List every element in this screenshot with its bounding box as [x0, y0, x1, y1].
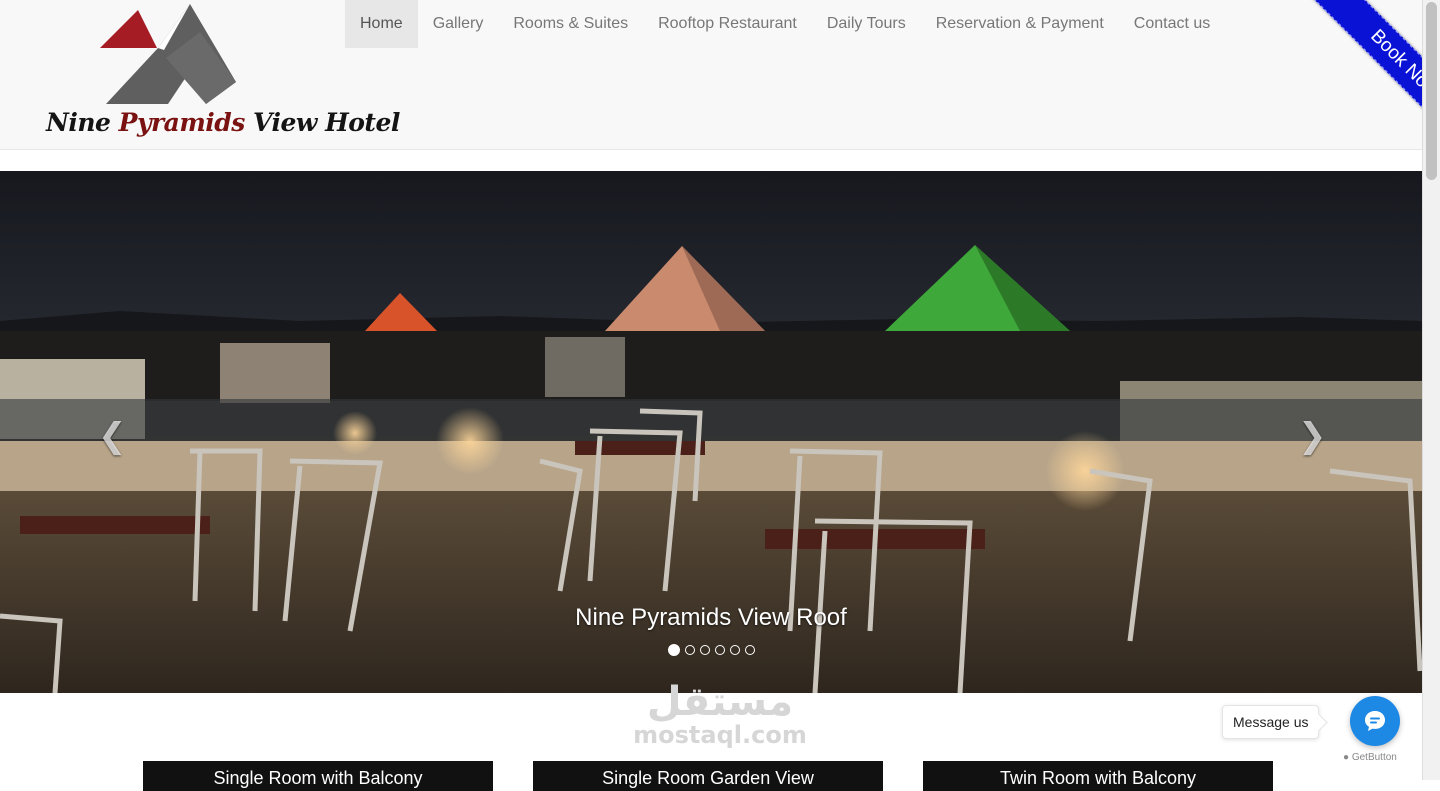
page-scrollbar[interactable]	[1422, 0, 1440, 780]
getbutton-label: GetButton	[1351, 752, 1397, 763]
main-nav: Home Gallery Rooms & Suites Rooftop Rest…	[345, 0, 1225, 48]
getbutton-credit[interactable]: ● GetButton	[1343, 752, 1397, 763]
book-now-ribbon[interactable]: Book Now	[1306, 0, 1422, 149]
nav-home[interactable]: Home	[345, 0, 418, 48]
hero-carousel[interactable]: ❮ ❯ Nine Pyramids View Roof	[0, 171, 1422, 693]
pyramids-logo-icon	[100, 4, 236, 104]
message-us-bubble[interactable]: Message us	[1222, 705, 1320, 739]
chevron-right-icon: ❯	[1298, 417, 1327, 455]
slide-caption: Nine Pyramids View Roof	[575, 604, 847, 631]
logo-word-nine: Nine	[46, 108, 119, 137]
scrollbar-thumb[interactable]	[1426, 2, 1437, 180]
book-now-ribbon-wrap: Book Now	[1262, 0, 1422, 149]
nav-contact-us[interactable]: Contact us	[1119, 0, 1225, 48]
chat-icon	[1365, 711, 1385, 731]
chevron-left-icon: ❮	[98, 417, 127, 455]
nav-reservation-payment[interactable]: Reservation & Payment	[921, 0, 1119, 48]
logo-wordmark: Nine Pyramids View Hotel	[46, 108, 400, 137]
nav-rooms-suites[interactable]: Rooms & Suites	[498, 0, 643, 48]
site-header: Nine Pyramids View Hotel Home Gallery Ro…	[0, 0, 1422, 150]
carousel-dot-1[interactable]	[667, 644, 680, 656]
logo-word-view-hotel: View Hotel	[244, 108, 400, 137]
carousel-dot-5[interactable]	[729, 645, 740, 655]
carousel-indicators	[0, 644, 1422, 656]
room-card-single-balcony[interactable]: Single Room with Balcony	[143, 761, 493, 791]
messenger-button[interactable]	[1350, 696, 1400, 746]
carousel-dot-3[interactable]	[699, 645, 710, 655]
carousel-prev-button[interactable]: ❮	[98, 416, 127, 456]
nav-gallery[interactable]: Gallery	[418, 0, 499, 48]
watermark-latin: mostaql.com	[633, 721, 807, 749]
carousel-dot-6[interactable]	[744, 645, 755, 655]
carousel-next-button[interactable]: ❯	[1298, 416, 1327, 456]
logo-word-pyramids: Pyramids	[118, 108, 246, 137]
nav-daily-tours[interactable]: Daily Tours	[812, 0, 921, 48]
mostaql-watermark: مستقل mostaql.com	[630, 679, 810, 749]
watermark-arabic: مستقل	[646, 679, 794, 725]
nav-rooftop-restaurant[interactable]: Rooftop Restaurant	[643, 0, 812, 48]
carousel-dot-4[interactable]	[714, 645, 725, 655]
hotel-logo[interactable]: Nine Pyramids View Hotel	[40, 0, 400, 149]
room-card-single-garden[interactable]: Single Room Garden View	[533, 761, 883, 791]
carousel-dot-2[interactable]	[684, 645, 695, 655]
room-card-twin-balcony[interactable]: Twin Room with Balcony	[923, 761, 1273, 791]
